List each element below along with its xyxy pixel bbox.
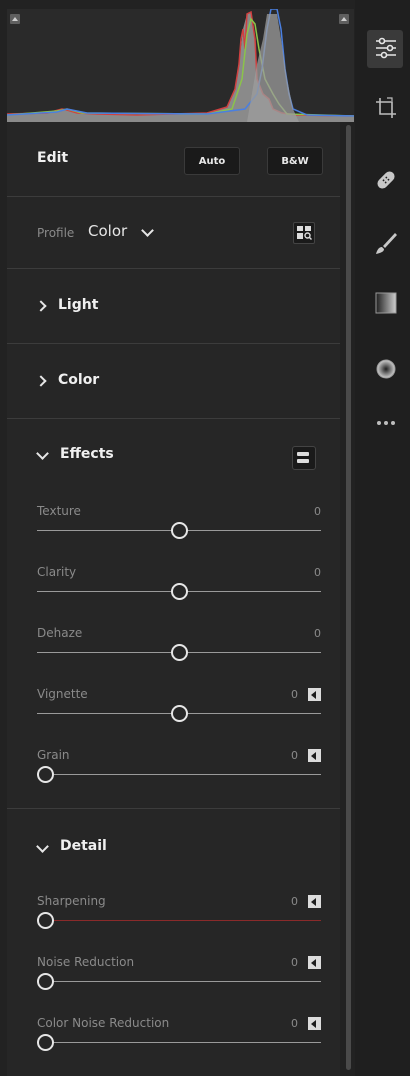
profile-browser-icon[interactable] — [293, 222, 315, 244]
profile-label: Profile — [37, 226, 75, 240]
slider-track[interactable] — [37, 981, 321, 982]
slider-value[interactable]: 0 — [280, 1017, 298, 1030]
histogram[interactable] — [7, 9, 354, 122]
slider-label: Texture — [37, 504, 81, 518]
more-icon[interactable] — [373, 410, 399, 436]
slider-knob[interactable] — [37, 912, 54, 929]
section-color[interactable]: Color — [58, 372, 99, 388]
scrollbar[interactable] — [346, 125, 351, 1070]
edit-title: Edit — [37, 150, 69, 166]
slider-knob[interactable] — [171, 522, 188, 539]
slider-knob[interactable] — [171, 644, 188, 661]
expand-toggle-icon[interactable] — [308, 688, 321, 701]
expand-toggle-icon[interactable] — [308, 749, 321, 762]
slider-label: Noise Reduction — [37, 955, 135, 969]
divider — [7, 343, 340, 344]
shadow-clipping-toggle-icon[interactable] — [10, 14, 20, 24]
edit-panel — [7, 122, 340, 1076]
edit-sliders-icon[interactable] — [373, 35, 399, 61]
section-light[interactable]: Light — [58, 297, 98, 313]
slider-value[interactable]: 0 — [280, 749, 298, 762]
slider-label: Color Noise Reduction — [37, 1016, 170, 1030]
right-toolbar — [355, 0, 410, 1076]
highlight-clipping-toggle-icon[interactable] — [339, 14, 349, 24]
slider-value[interactable]: 0 — [280, 895, 298, 908]
crop-icon[interactable] — [373, 95, 399, 121]
slider-track[interactable] — [37, 1042, 321, 1043]
effects-toggle-icon[interactable] — [292, 446, 316, 470]
slider-knob[interactable] — [171, 583, 188, 600]
scroll-thumb[interactable] — [346, 125, 351, 1070]
brush-icon[interactable] — [373, 230, 399, 256]
slider-label: Vignette — [37, 687, 88, 701]
expand-toggle-icon[interactable] — [308, 1017, 321, 1030]
slider-label: Sharpening — [37, 894, 106, 908]
slider-value[interactable]: 0 — [303, 505, 321, 518]
slider-track[interactable] — [37, 774, 321, 775]
section-detail[interactable]: Detail — [60, 838, 107, 854]
slider-knob[interactable] — [37, 973, 54, 990]
slider-track[interactable] — [37, 920, 321, 921]
slider-knob[interactable] — [37, 1034, 54, 1051]
slider-value[interactable]: 0 — [280, 688, 298, 701]
divider — [7, 808, 340, 809]
slider-knob[interactable] — [171, 705, 188, 722]
expand-toggle-icon[interactable] — [308, 956, 321, 969]
slider-label: Grain — [37, 748, 70, 762]
histogram-graph — [7, 9, 354, 122]
expand-toggle-icon[interactable] — [308, 895, 321, 908]
radial-gradient-icon[interactable] — [373, 356, 399, 382]
slider-value[interactable]: 0 — [303, 566, 321, 579]
divider — [7, 268, 340, 269]
linear-gradient-icon[interactable] — [373, 290, 399, 316]
divider — [7, 418, 340, 419]
section-effects[interactable]: Effects — [60, 446, 114, 462]
slider-label: Dehaze — [37, 626, 83, 640]
healing-bandage-icon[interactable] — [373, 167, 399, 193]
auto-button[interactable]: Auto — [184, 147, 240, 175]
divider — [7, 196, 340, 197]
slider-knob[interactable] — [37, 766, 54, 783]
slider-label: Clarity — [37, 565, 77, 579]
bw-button[interactable]: B&W — [267, 147, 323, 175]
slider-value[interactable]: 0 — [280, 956, 298, 969]
slider-value[interactable]: 0 — [303, 627, 321, 640]
profile-dropdown[interactable]: Color — [88, 222, 127, 240]
